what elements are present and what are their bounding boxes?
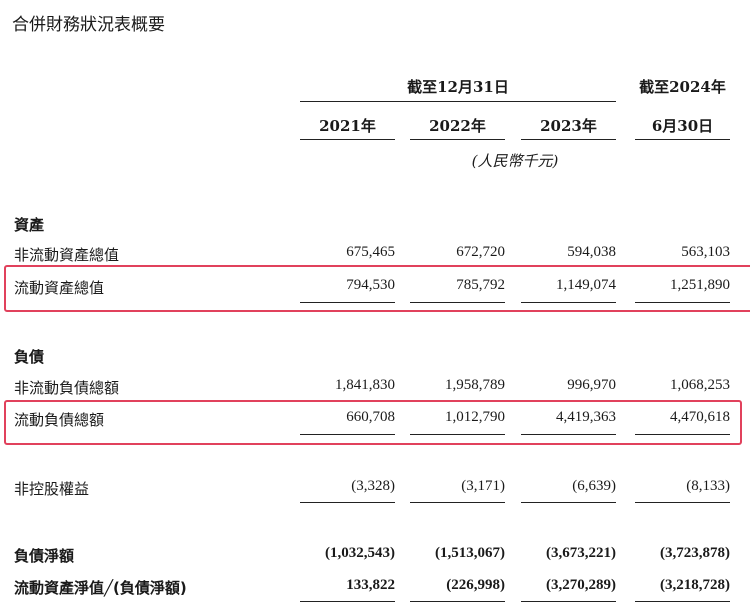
- cell: (3,723,878): [660, 545, 730, 561]
- unit-label: (人民幣千元): [471, 152, 559, 170]
- cell: 675,465: [346, 244, 395, 260]
- col-header-2023: 2023年: [540, 117, 597, 135]
- total-rule: [635, 601, 730, 602]
- subtotal-rule: [635, 502, 730, 503]
- cell: 594,038: [567, 244, 616, 260]
- cell: (3,673,221): [546, 545, 616, 561]
- section-assets: 資產: [14, 216, 45, 234]
- cell: 1,068,253: [670, 377, 730, 393]
- cell: (3,328): [351, 478, 395, 494]
- row-label-non-current-assets: 非流動資產總值: [14, 246, 120, 264]
- section-liabilities: 負債: [14, 348, 45, 366]
- cell: (3,171): [461, 478, 505, 494]
- row-label-net-current: 流動資產淨值╱(負債淨額): [14, 579, 187, 597]
- subtotal-rule: [410, 502, 505, 503]
- col-rule: [410, 139, 505, 140]
- col-rule: [635, 139, 730, 140]
- header-group-rule: [300, 101, 616, 102]
- col-header-2021: 2021年: [319, 117, 376, 135]
- col-header-2022: 2022年: [429, 117, 486, 135]
- cell: (3,218,728): [660, 577, 730, 593]
- subtotal-rule: [300, 502, 395, 503]
- col-rule: [300, 139, 395, 140]
- col-rule: [521, 139, 616, 140]
- total-rule: [300, 601, 395, 602]
- cell: 133,822: [346, 577, 395, 593]
- cell: 1,841,830: [335, 377, 395, 393]
- col-header-jun30: 6月30日: [651, 117, 714, 135]
- page-title: 合併財務狀況表概要: [12, 15, 165, 35]
- row-label-nci: 非控股權益: [14, 480, 90, 498]
- cell: 672,720: [456, 244, 505, 260]
- highlight-box-current-assets: [4, 265, 750, 312]
- row-label-net-liabilities: 負債淨額: [14, 547, 75, 565]
- cell: 996,970: [567, 377, 616, 393]
- cell: 563,103: [681, 244, 730, 260]
- cell: 1,958,789: [445, 377, 505, 393]
- highlight-box-current-liabilities: [4, 400, 742, 445]
- cell: (1,032,543): [325, 545, 395, 561]
- cell: (1,513,067): [435, 545, 505, 561]
- header-interim-group: 截至2024年: [639, 78, 726, 96]
- row-label-non-current-liabilities: 非流動負債總額: [14, 379, 120, 397]
- cell: (3,270,289): [546, 577, 616, 593]
- total-rule: [410, 601, 505, 602]
- subtotal-rule: [521, 502, 616, 503]
- cell: (6,639): [572, 478, 616, 494]
- header-period-group: 截至12月31日: [407, 78, 509, 96]
- cell: (8,133): [686, 478, 730, 494]
- total-rule: [521, 601, 616, 602]
- cell: (226,998): [446, 577, 505, 593]
